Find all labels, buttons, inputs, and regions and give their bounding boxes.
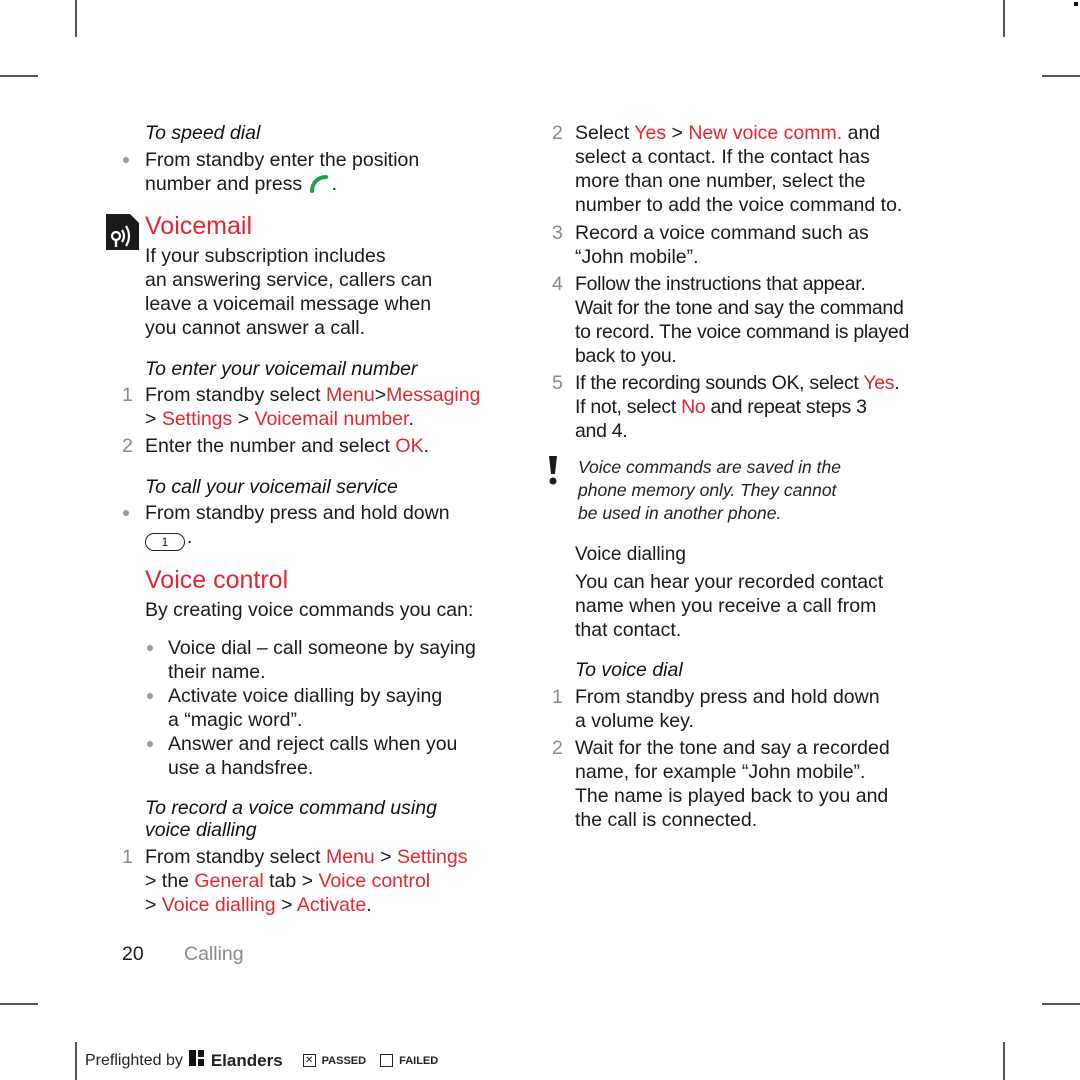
crop-mark (75, 1042, 77, 1080)
crop-mark (1003, 1042, 1005, 1080)
exclamation-icon (547, 456, 559, 488)
bullet (123, 157, 129, 163)
new-voice-command-link: New voice comm. (688, 122, 843, 144)
crop-mark (1003, 0, 1005, 37)
step-number: 1 (552, 686, 563, 708)
note-text: Voice commands are saved in the phone mem… (578, 457, 841, 523)
speed-dial-heading: To speed dial (145, 122, 261, 144)
section-name: Calling (184, 943, 244, 965)
registration-dot (1074, 2, 1078, 6)
voice-dialling-body: You can hear your recorded contact name w… (575, 571, 884, 641)
yes-link: Yes (634, 122, 667, 144)
voice-dial-step-1: From standby press and hold down a volume… (575, 686, 880, 732)
page-number: 20 (122, 943, 144, 965)
record-voice-command-heading: To record a voice command using voice dia… (145, 797, 437, 841)
crop-mark (0, 1003, 38, 1005)
voice-control-link: Voice control (318, 870, 431, 892)
voice-dialling-link: Voice dialling (161, 894, 276, 916)
voice-dialling-heading: Voice dialling (575, 544, 686, 565)
record-step-3: Record a voice command such as “John mobi… (575, 222, 869, 268)
bullet (123, 510, 129, 516)
record-step-4: Follow the instructions that appear. Wait… (575, 273, 909, 367)
record-step-5: If the recording sounds OK, select Yes. … (575, 372, 900, 442)
step-number: 4 (552, 273, 563, 295)
messaging-link: Messaging (386, 384, 481, 406)
speed-dial-text: From standby enter the position number a… (145, 148, 419, 199)
step-number: 5 (552, 372, 563, 394)
voicemail-icon (106, 214, 139, 250)
call-voicemail-text: From standby press and hold down 1. (145, 502, 450, 551)
voice-control-bullet: Voice dial – call someone by saying their… (168, 637, 476, 683)
preflight-label: Preflighted by (85, 1051, 183, 1069)
voice-control-bullet: Activate voice dialling by saying a “magi… (168, 685, 443, 731)
general-tab-link: General (194, 870, 264, 892)
settings-link: Settings (397, 846, 468, 868)
step-number: 3 (552, 222, 563, 244)
step-number: 2 (122, 435, 133, 457)
bullet (147, 645, 153, 651)
yes-link: Yes (863, 372, 895, 394)
failed-checkbox (380, 1054, 394, 1067)
voice-control-bullet: Answer and reject calls when you use a ha… (168, 733, 458, 779)
no-link: No (681, 396, 706, 418)
voicemail-intro: If your subscription includes an answeri… (145, 245, 433, 339)
record-step-2: Select Yes > New voice comm. and select … (575, 122, 903, 216)
voice-dial-heading: To voice dial (575, 659, 683, 681)
crop-mark (1042, 75, 1080, 77)
elanders-brand: Elanders (210, 1050, 283, 1070)
passed-label: PASSED (321, 1054, 367, 1067)
menu-link: Menu (325, 846, 375, 868)
voicemail-number-link: Voicemail number (254, 408, 409, 430)
step-number: 1 (122, 846, 133, 868)
enter-voicemail-heading: To enter your voicemail number (145, 358, 418, 380)
voicemail-title: Voicemail (145, 212, 252, 240)
menu-link: Menu (325, 384, 375, 406)
crop-mark (1042, 1003, 1080, 1005)
bullet (147, 741, 153, 747)
bullet (147, 693, 153, 699)
enter-voicemail-step-1: From standby select Menu>Messaging > Set… (145, 384, 481, 430)
step-number: 2 (552, 737, 563, 759)
key-1-icon: 1 (145, 533, 185, 551)
record-step-1: From standby select Menu > Settings > th… (145, 846, 468, 916)
step-number: 1 (122, 384, 133, 406)
call-voicemail-heading: To call your voicemail service (145, 476, 398, 498)
voice-control-title: Voice control (145, 566, 289, 594)
ok-link: OK (395, 435, 424, 457)
settings-link: Settings (161, 408, 233, 430)
step-number: 2 (552, 122, 563, 144)
crop-mark (0, 75, 38, 77)
elanders-logo-icon (188, 1050, 205, 1071)
passed-checkbox: ✕ (302, 1054, 316, 1067)
failed-label: FAILED (399, 1054, 439, 1067)
preflight-stamp: Preflighted by Elanders ✕ PASSED FAILED (85, 1050, 438, 1071)
voice-control-intro: By creating voice commands you can: (145, 599, 474, 621)
crop-mark (75, 0, 77, 37)
activate-link: Activate (296, 894, 367, 916)
voice-dial-step-2: Wait for the tone and say a recorded name… (575, 737, 890, 831)
call-key-icon (308, 173, 332, 199)
enter-voicemail-step-2: Enter the number and select OK. (145, 435, 430, 457)
